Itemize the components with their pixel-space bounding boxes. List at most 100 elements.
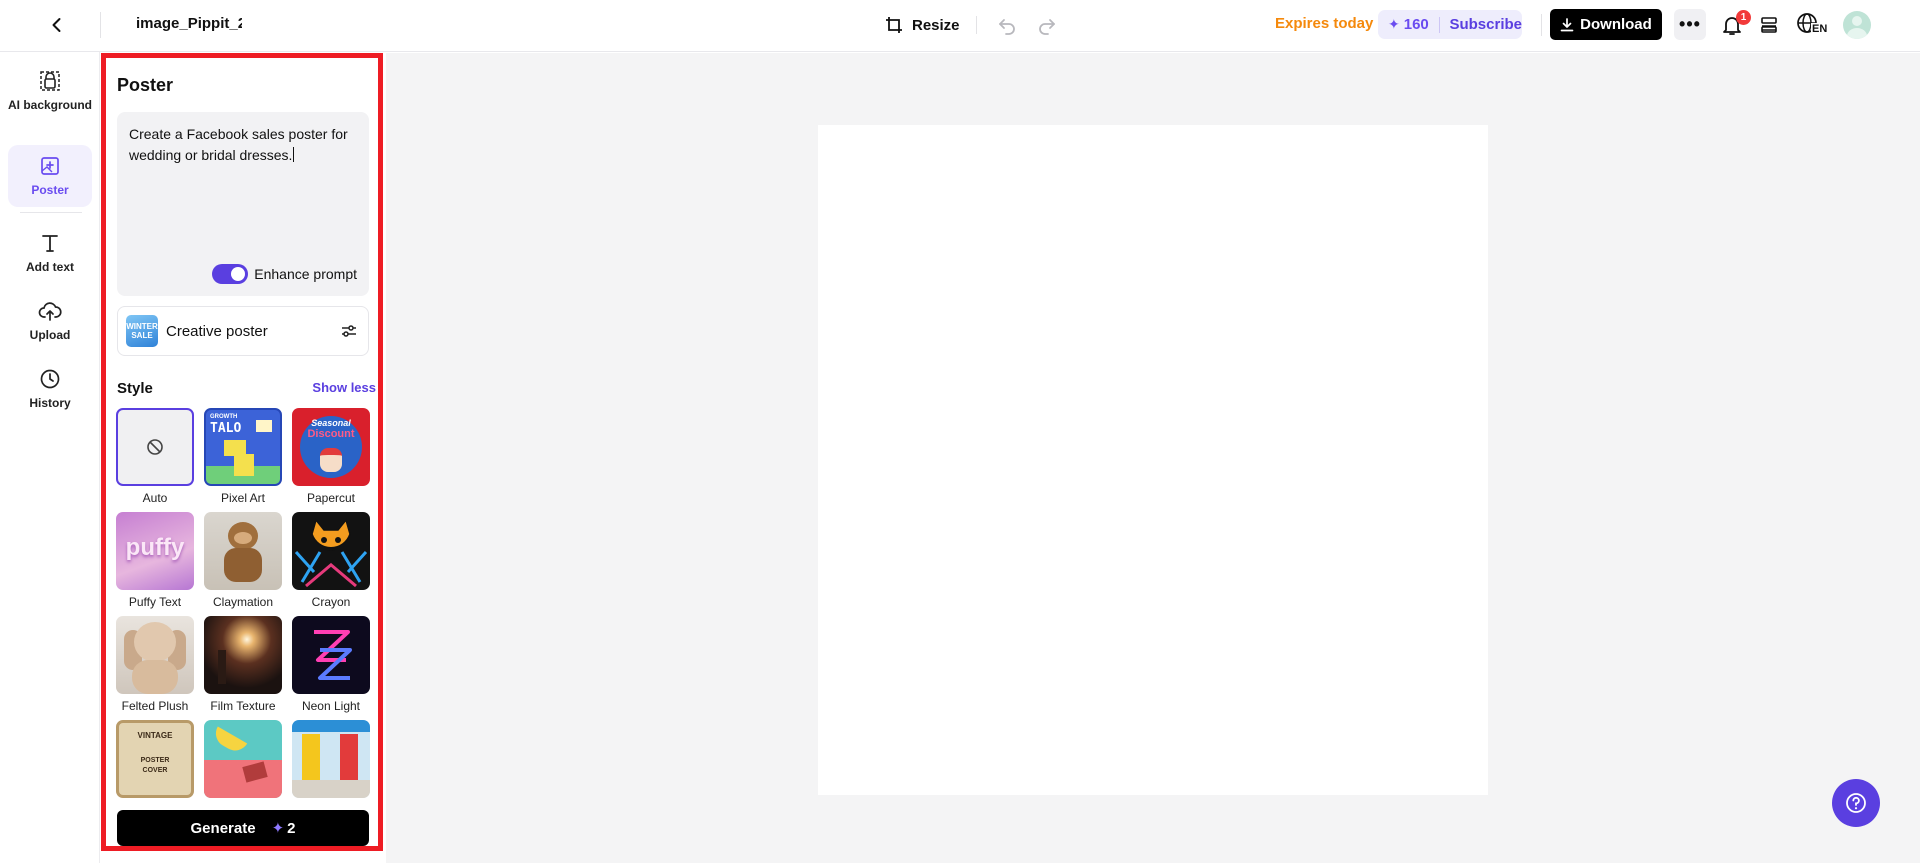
style-card-vintage[interactable]: VINTAGE POSTER COVER	[115, 720, 195, 798]
thumb-text: SALE	[131, 331, 153, 340]
floor-shape	[292, 780, 370, 798]
speech-bubble	[256, 420, 272, 432]
style-card-pixel-art[interactable]: GROWTH TALO Pixel Art	[203, 408, 283, 505]
figure-shape	[320, 448, 342, 472]
style-name: Crayon	[311, 595, 351, 609]
notification-badge: 1	[1736, 10, 1751, 25]
rail-item-label: History	[29, 396, 71, 410]
undo-button[interactable]	[994, 12, 1020, 38]
style-heading: Style	[117, 380, 153, 397]
history-clock-icon	[37, 366, 63, 392]
resize-label: Resize	[912, 16, 960, 34]
divider	[1541, 14, 1542, 36]
divider	[20, 212, 82, 213]
thumb-text: WINTER	[126, 322, 158, 331]
redo-icon	[1039, 19, 1055, 35]
style-thumbnail: VINTAGE POSTER COVER	[116, 720, 194, 798]
top-bar: image_Pippit_20 Resize Expires today ✦ 1…	[0, 0, 1920, 52]
user-avatar[interactable]	[1843, 11, 1871, 39]
style-thumbnail	[292, 720, 370, 798]
rail-item-poster[interactable]: Poster	[8, 145, 92, 207]
prompt-textarea[interactable]: Create a Facebook sales poster for weddi…	[117, 112, 369, 296]
generate-cost-value: 2	[287, 819, 296, 837]
document-title[interactable]: image_Pippit_20	[136, 15, 242, 32]
language-button[interactable]: EN	[1796, 10, 1830, 40]
rail-item-upload[interactable]: Upload	[8, 298, 92, 350]
poster-type-thumbnail: WINTER SALE	[126, 315, 158, 347]
canvas-workspace	[386, 53, 1920, 863]
expires-status: Expires today	[1275, 15, 1374, 32]
divider	[1438, 16, 1440, 33]
style-card-auto[interactable]: Auto	[115, 408, 195, 505]
style-card-neon-light[interactable]: Neon Light	[291, 616, 371, 713]
wall-panel	[302, 734, 320, 780]
credits-pill: ✦ 160 Subscribe	[1378, 10, 1522, 39]
style-card-papercut[interactable]: Seasonal Discount Papercut	[291, 408, 371, 505]
style-name: Papercut	[306, 491, 356, 505]
style-thumbnail	[292, 616, 370, 694]
generate-label: Generate	[190, 819, 256, 837]
dino-body	[234, 454, 254, 476]
generate-button[interactable]: Generate ✦ 2	[117, 810, 369, 846]
tool-rail: AI background Poster Add text Upload His…	[0, 52, 100, 863]
style-name: Claymation	[212, 595, 274, 609]
sky-strip	[292, 720, 370, 732]
settings-sliders-icon[interactable]	[340, 322, 358, 340]
redo-button[interactable]	[1034, 12, 1060, 38]
style-thumbnail	[292, 512, 370, 590]
style-card-claymation[interactable]: Claymation	[203, 512, 283, 609]
resize-button[interactable]: Resize	[884, 11, 960, 39]
rail-item-ai-background[interactable]: AI background	[8, 68, 92, 130]
style-card-felted-plush[interactable]: Felted Plush	[115, 616, 195, 713]
subscribe-link[interactable]: Subscribe	[1449, 16, 1522, 33]
back-button[interactable]	[44, 12, 70, 38]
artboard[interactable]	[818, 125, 1488, 795]
panel-title: Poster	[117, 75, 174, 95]
layers-button[interactable]	[1755, 11, 1783, 39]
more-options-button[interactable]: •••	[1674, 9, 1706, 40]
text-icon	[37, 230, 63, 256]
style-card-pop-art[interactable]	[203, 720, 283, 798]
download-label: Download	[1580, 16, 1652, 33]
sparkle-icon: ✦	[1388, 16, 1400, 32]
poster-type-selector[interactable]: WINTER SALE Creative poster	[117, 306, 369, 356]
rail-item-label: AI background	[8, 98, 93, 112]
thumb-text: GROWTH	[210, 414, 238, 420]
poster-panel: Poster Create a Facebook sales poster fo…	[101, 53, 383, 851]
rail-item-history[interactable]: History	[8, 366, 92, 418]
plush-head	[134, 622, 176, 662]
enhance-label: Enhance prompt	[254, 266, 357, 282]
prompt-text: Create a Facebook sales poster for weddi…	[129, 124, 361, 166]
help-question-icon	[1846, 793, 1866, 813]
style-name: Felted Plush	[121, 699, 189, 713]
more-dots-icon: •••	[1679, 14, 1701, 34]
crayon-cat-drawing	[294, 518, 368, 588]
sparkle-icon: ✦	[271, 820, 285, 837]
generate-cost: ✦ 2	[271, 819, 296, 838]
thumb-text: TALO	[210, 421, 242, 436]
thumb-text: POSTER	[140, 757, 170, 764]
style-card-film-texture[interactable]: Film Texture	[203, 616, 283, 713]
style-card-crayon[interactable]: Crayon	[291, 512, 371, 609]
enhance-prompt-toggle[interactable]: Enhance prompt	[212, 264, 357, 284]
download-button[interactable]: Download	[1550, 9, 1662, 40]
style-thumbnail	[116, 408, 194, 486]
show-less-link[interactable]: Show less	[312, 380, 376, 395]
undo-icon	[999, 19, 1015, 35]
help-button[interactable]	[1832, 779, 1880, 827]
thumb-text: puffy	[125, 534, 185, 561]
style-card-minimal[interactable]	[291, 720, 371, 798]
rail-item-add-text[interactable]: Add text	[8, 230, 92, 282]
rail-item-label: Poster	[31, 183, 69, 197]
language-code: EN	[1811, 23, 1829, 35]
toggle-switch[interactable]	[212, 264, 249, 284]
style-card-puffy-text[interactable]: puffy Puffy Text	[115, 512, 195, 609]
rail-item-label: Upload	[29, 328, 71, 342]
thumb-text: Seasonal	[311, 418, 351, 428]
credits-count: 160	[1403, 16, 1429, 33]
banana-shape	[210, 726, 248, 756]
resize-icon	[886, 17, 902, 33]
layers-icon	[1761, 17, 1777, 33]
style-thumbnail: Seasonal Discount	[292, 408, 370, 486]
divider	[100, 12, 101, 38]
